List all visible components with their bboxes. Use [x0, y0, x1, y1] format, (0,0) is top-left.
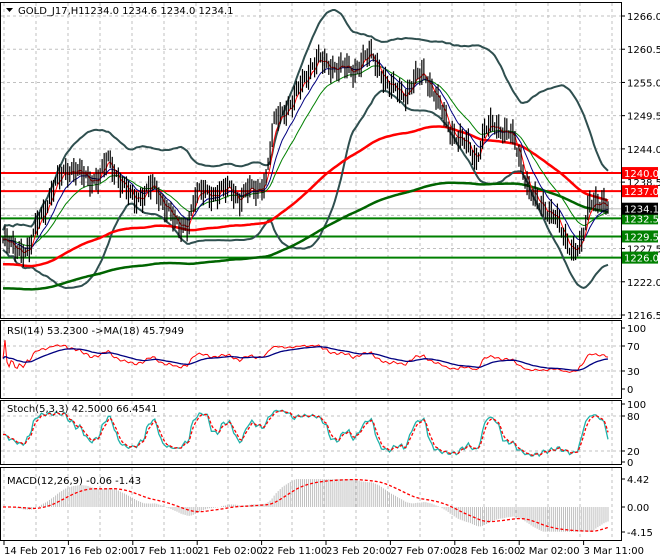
indicator-tick-label: -4.15: [627, 528, 653, 539]
trading-chart[interactable]: 1266.01260.51255.01249.51244.01238.51227…: [0, 0, 660, 560]
dropdown-triangle-icon[interactable]: [6, 8, 13, 12]
indicator-tick-label: 80: [627, 412, 640, 423]
support-level-label: 1229.5: [624, 232, 659, 243]
time-tick-label: 17 Feb 11:00: [133, 546, 199, 557]
indicator-tick-label: 0.00: [627, 503, 649, 514]
current-price-label: 1234.1: [624, 205, 659, 216]
support-level-label: 1232.5: [624, 214, 659, 225]
time-tick-label: 28 Feb 16:00: [455, 546, 521, 557]
indicator-tick-label: 0: [627, 458, 633, 469]
indicator-tick-label: 30: [627, 367, 640, 378]
resistance-level-label: 1240.0: [624, 169, 659, 180]
ohlc-label: 1234.0 1234.6 1234.0 1234.1: [84, 6, 234, 17]
time-tick-label: 23 Feb 20:00: [326, 546, 392, 557]
time-tick-label: 22 Feb 11:00: [262, 546, 328, 557]
rsi-ma-line: [2, 346, 609, 371]
indicator-tick-label: 100: [627, 400, 646, 411]
time-tick-label: 14 Feb 2017: [4, 546, 66, 557]
support-level-label: 1226.0: [624, 254, 659, 265]
time-tick-label: 16 Feb 02:00: [68, 546, 134, 557]
resistance-level-label: 1237.0: [624, 187, 659, 198]
macd-label: MACD(12,26,9) -0.06 -1.43: [7, 476, 141, 487]
ma-long-red: [2, 125, 609, 268]
stoch-main-line: [3, 409, 609, 458]
price-tick-label: 1260.5: [627, 45, 660, 56]
oscillators: [2, 340, 609, 532]
grid: [1, 3, 621, 540]
time-tick-label: 3 Mar 11:00: [584, 546, 644, 557]
price-tick-label: 1216.5: [627, 311, 660, 322]
stoch-signal-line: [3, 410, 609, 457]
stoch-label: Stoch(5,3,3) 42.5000 66.4541: [7, 404, 158, 415]
price-tick-label: 1222.0: [627, 278, 660, 289]
indicator-tick-label: 100: [627, 324, 646, 335]
price-tick-label: 1244.0: [627, 145, 660, 156]
indicator-tick-label: 20: [627, 447, 640, 458]
time-tick-label: 2 Mar 02:00: [519, 546, 579, 557]
price-tick-label: 1266.0: [627, 12, 660, 23]
time-tick-label: 21 Feb 02:00: [197, 546, 263, 557]
bollinger-upper-band: [2, 9, 609, 231]
price-tick-label: 1255.0: [627, 78, 660, 89]
time-tick-label: 27 Feb 07:00: [390, 546, 456, 557]
rsi-label: RSI(14) 53.2300 ->MA(18) 45.7949: [7, 326, 184, 337]
indicator-tick-label: 0: [627, 385, 633, 396]
price-bars: [2, 38, 609, 267]
rsi-line: [2, 340, 609, 373]
symbol-label: GOLD_J17,H1: [18, 6, 85, 17]
price-tick-label: 1249.5: [627, 112, 660, 123]
indicator-tick-label: 70: [627, 342, 640, 353]
indicator-tick-label: 4.42: [627, 475, 649, 486]
